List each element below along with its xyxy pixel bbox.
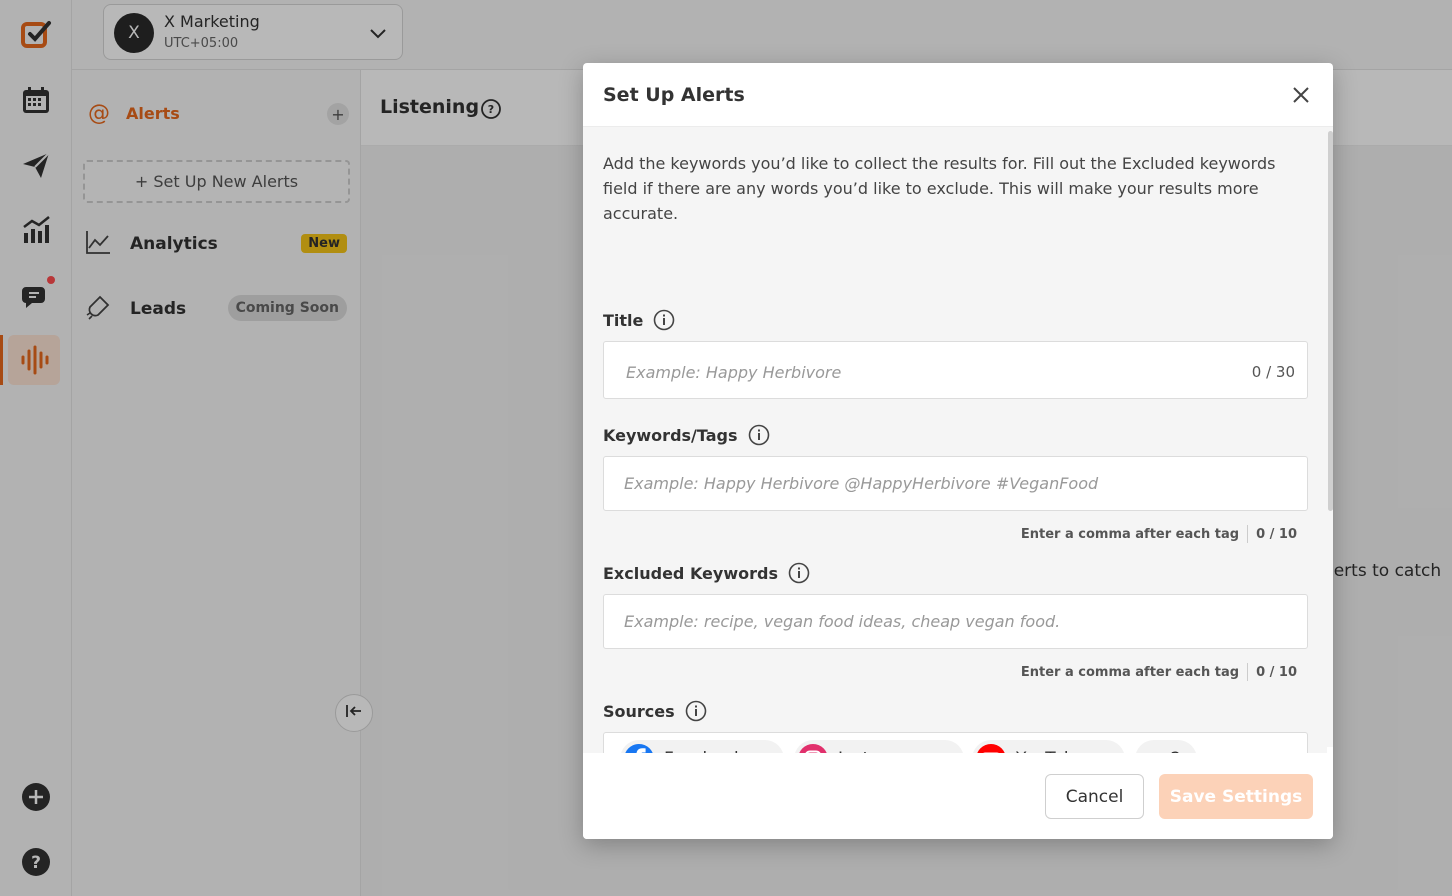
keywords-field-label: Keywords/Tags xyxy=(603,424,770,446)
sources-field-label: Sources xyxy=(603,700,707,722)
excluded-hint-text: Enter a comma after each tag xyxy=(1020,664,1240,680)
info-icon[interactable] xyxy=(748,424,770,446)
title-field-label: Title xyxy=(603,309,675,331)
dialog-title: Set Up Alerts xyxy=(603,84,745,106)
dialog-scrollbar-thumb[interactable] xyxy=(1328,131,1333,511)
title-input[interactable]: Example: Happy Herbivore 0 / 30 xyxy=(603,341,1308,399)
sources-label-text: Sources xyxy=(603,701,675,721)
dialog-footer: Cancel Save Settings xyxy=(583,753,1333,839)
info-icon[interactable] xyxy=(653,309,675,331)
info-icon[interactable] xyxy=(788,562,810,584)
title-counter: 0 / 30 xyxy=(1251,363,1295,381)
excluded-keywords-input[interactable]: Example: recipe, vegan food ideas, cheap… xyxy=(603,594,1308,649)
keywords-label-text: Keywords/Tags xyxy=(603,425,738,445)
info-icon[interactable] xyxy=(685,700,707,722)
excluded-placeholder: Example: recipe, vegan food ideas, cheap… xyxy=(624,612,1061,631)
excluded-field-label: Excluded Keywords xyxy=(603,562,810,584)
save-settings-button[interactable]: Save Settings xyxy=(1159,774,1313,819)
keywords-placeholder: Example: Happy Herbivore @HappyHerbivore… xyxy=(624,474,1099,493)
excluded-hint: Enter a comma after each tag 0 / 10 xyxy=(1021,663,1297,681)
divider xyxy=(1247,663,1249,681)
keywords-counter: 0 / 10 xyxy=(1256,526,1297,542)
close-icon[interactable] xyxy=(1289,83,1313,107)
cancel-button[interactable]: Cancel xyxy=(1045,774,1144,819)
keywords-hint: Enter a comma after each tag 0 / 10 xyxy=(1021,525,1297,543)
excluded-label-text: Excluded Keywords xyxy=(603,563,778,583)
keywords-hint-text: Enter a comma after each tag xyxy=(1020,526,1240,542)
dialog-header: Set Up Alerts xyxy=(583,63,1333,127)
set-up-alerts-dialog: Set Up Alerts Add the keywords you’d lik… xyxy=(583,63,1333,839)
divider xyxy=(1247,525,1249,543)
title-placeholder: Example: Happy Herbivore xyxy=(626,363,842,382)
dialog-description: Add the keywords you’d like to collect t… xyxy=(603,154,1276,223)
dialog-body[interactable]: Add the keywords you’d like to collect t… xyxy=(583,127,1327,787)
keywords-input[interactable]: Example: Happy Herbivore @HappyHerbivore… xyxy=(603,456,1308,511)
title-label-text: Title xyxy=(603,310,644,330)
excluded-counter: 0 / 10 xyxy=(1256,664,1297,680)
